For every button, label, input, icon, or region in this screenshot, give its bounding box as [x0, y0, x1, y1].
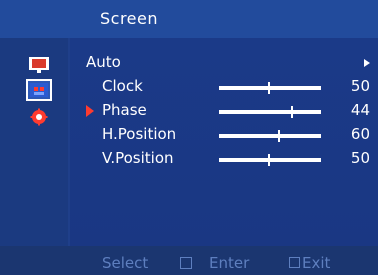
osd-window: Screen Auto Clock 50 Phase 44 H.Position…	[0, 0, 378, 275]
menu-item-value: 50	[350, 77, 370, 95]
picture-icon[interactable]	[26, 79, 52, 101]
clock-slider[interactable]	[219, 82, 321, 94]
enter-hint: Enter	[209, 254, 250, 272]
v-position-slider[interactable]	[219, 154, 321, 166]
h-position-slider[interactable]	[219, 130, 321, 142]
enter-key-icon	[180, 257, 192, 269]
menu-item-value: 44	[350, 101, 370, 119]
menu-item-auto[interactable]: Auto	[70, 51, 378, 75]
exit-key-icon	[289, 257, 300, 268]
slider-knob[interactable]	[268, 154, 270, 166]
menu-item-value: 50	[350, 149, 370, 167]
menu-item-phase[interactable]: Phase 44	[70, 99, 378, 123]
menu-item-label: Phase	[102, 101, 147, 119]
page-title: Screen	[100, 9, 159, 28]
settings-icon[interactable]	[28, 108, 50, 126]
phase-slider[interactable]	[219, 106, 321, 118]
exit-hint: Exit	[302, 254, 331, 272]
menu-item-label: Clock	[102, 77, 143, 95]
sidebar	[0, 38, 68, 246]
title-bar: Screen	[0, 0, 378, 38]
menu-item-label: H.Position	[102, 125, 177, 143]
footer-bar: Select Enter Exit	[0, 246, 378, 275]
menu-item-v-position[interactable]: V.Position 50	[70, 147, 378, 171]
settings-panel: Auto Clock 50 Phase 44 H.Position 60 V.P…	[70, 38, 378, 246]
selected-arrow-icon	[86, 105, 94, 117]
slider-knob[interactable]	[268, 82, 270, 94]
menu-item-h-position[interactable]: H.Position 60	[70, 123, 378, 147]
menu-item-label: V.Position	[102, 149, 174, 167]
menu-item-value: 60	[350, 125, 370, 143]
menu-item-clock[interactable]: Clock 50	[70, 75, 378, 99]
menu-item-label: Auto	[86, 53, 121, 71]
select-hint: Select	[102, 254, 149, 272]
slider-knob[interactable]	[291, 106, 293, 118]
monitor-icon[interactable]	[28, 56, 50, 74]
slider-knob[interactable]	[278, 130, 280, 142]
chevron-right-icon	[364, 59, 370, 67]
